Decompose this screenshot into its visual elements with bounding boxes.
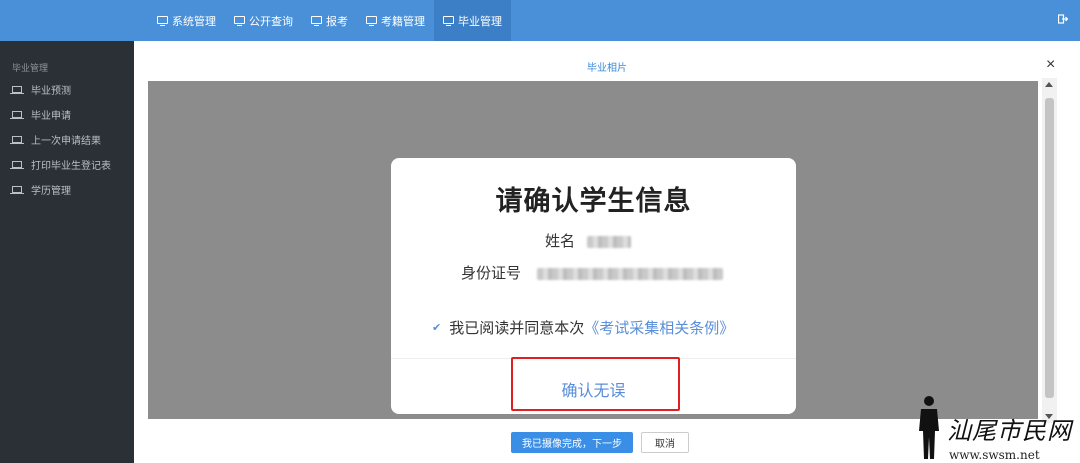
sidebar: 毕业管理 毕业预测 毕业申请 上一次申请结果 打印毕业生登记表 学历管理 [0,41,134,463]
nav-exam-records[interactable]: 考籍管理 [357,0,434,41]
monitor-icon [366,15,377,26]
checkmark-icon[interactable]: ✔ [432,321,441,334]
nav-public-query[interactable]: 公开查询 [225,0,302,41]
cancel-button[interactable]: 取消 [641,432,689,453]
sidebar-item-degree-management[interactable]: 学历管理 [10,181,71,197]
panel-title: 毕业相片 [587,63,627,74]
sidebar-item-graduation-application[interactable]: 毕业申请 [10,106,71,122]
sidebar-item-last-application-result[interactable]: 上一次申请结果 [10,131,101,147]
laptop-icon [10,185,24,194]
logout-icon[interactable] [1058,14,1068,24]
scroll-thumb[interactable] [1045,98,1054,398]
sidebar-heading: 毕业管理 [12,63,49,73]
confirm-student-info-dialog: 请确认学生信息 姓名 身份证号 ✔ 我已阅读并同意本次 《考试采集相关条例》 确… [391,158,796,414]
laptop-icon [10,110,24,119]
nav-system-management[interactable]: 系统管理 [148,0,225,41]
dialog-title: 请确认学生信息 [495,186,692,216]
monitor-icon [443,15,454,26]
id-value-blurred [537,268,724,281]
id-row: 身份证号 [461,262,724,283]
highlight-box [511,357,680,411]
nav-exam-registration[interactable]: 报考 [302,0,357,41]
next-step-button[interactable]: 我已摄像完成，下一步 [511,432,633,453]
close-icon[interactable]: × [1046,56,1055,74]
laptop-icon [10,85,24,94]
agreement-row: ✔ 我已阅读并同意本次 《考试采集相关条例》 [432,317,734,338]
regulations-link[interactable]: 《考试采集相关条例》 [584,317,734,338]
monitor-icon [311,15,322,26]
nav-graduation-management[interactable]: 毕业管理 [434,0,511,41]
agree-text: 我已阅读并同意本次 [449,320,585,337]
monitor-icon [157,15,168,26]
watermark: 汕尾市民网 www.swsm.net [915,393,1080,463]
name-label: 姓名 [545,233,576,250]
laptop-icon [10,160,24,169]
person-silhouette-icon [919,396,939,459]
monitor-icon [234,15,245,26]
sidebar-item-graduation-forecast[interactable]: 毕业预测 [10,81,71,97]
top-nav: 系统管理 公开查询 报考 考籍管理 毕业管理 [148,0,511,41]
laptop-icon [10,135,24,144]
sidebar-item-print-registration-form[interactable]: 打印毕业生登记表 [10,156,111,172]
watermark-text: 汕尾市民网 [947,417,1072,445]
top-navbar: 系统管理 公开查询 报考 考籍管理 毕业管理 [0,0,1080,41]
name-row: 姓名 [545,230,632,251]
watermark-url: www.swsm.net [949,448,1040,462]
scroll-up-arrow-icon[interactable] [1045,82,1053,87]
scrollbar[interactable] [1042,78,1057,423]
name-value-blurred [587,236,632,249]
id-label: 身份证号 [461,265,522,282]
